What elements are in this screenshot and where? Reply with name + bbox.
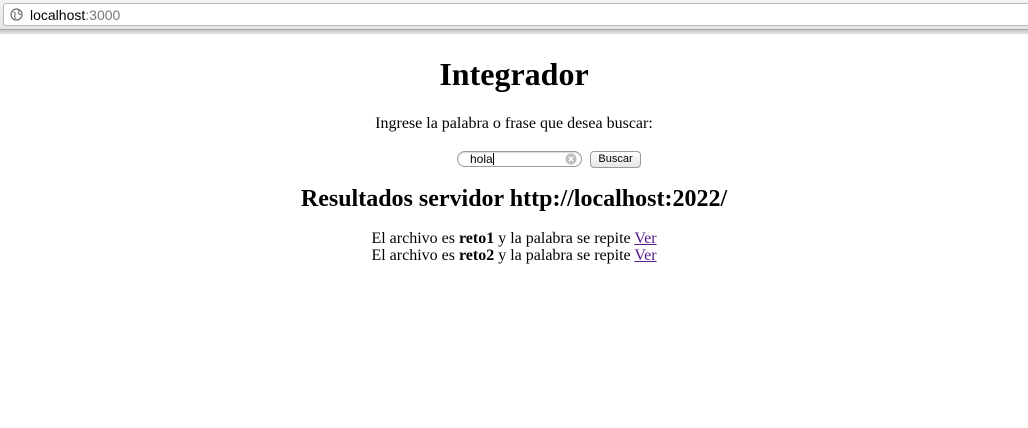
search-input[interactable]: hola [457,151,582,167]
url-port: :3000 [85,7,121,23]
page-title: Integrador [439,56,589,92]
result-middle: y la palabra se repite [494,230,635,247]
result-prefix: El archivo es [371,230,459,247]
result-file-name: reto1 [458,230,495,247]
search-prompt: Ingrese la palabra o frase que desea bus… [375,115,653,132]
browser-toolbar: localhost:3000 [0,0,1028,30]
result-middle: y la palabra se repite [494,247,635,264]
text-caret [492,153,494,165]
address-url[interactable]: localhost:3000 [30,7,120,23]
results-heading: Resultados servidor http://localhost:202… [300,186,728,212]
result-item: El archivo es reto2 y la palabra se repi… [0,247,1028,264]
page-content: Integrador Ingrese la palabra o frase qu… [0,34,1028,264]
result-item: El archivo es reto1 y la palabra se repi… [0,230,1028,247]
clear-icon[interactable] [565,153,577,165]
search-input-value: hola [470,152,494,166]
search-button[interactable]: Buscar [590,151,641,168]
results-list: El archivo es reto1 y la palabra se repi… [0,230,1028,264]
globe-icon [10,8,23,21]
result-view-link[interactable]: Ver [634,230,656,247]
search-form: hola Buscar [0,148,1028,170]
result-file-name: reto2 [458,247,495,264]
url-host: localhost [30,7,86,23]
result-prefix: El archivo es [371,247,459,264]
result-view-link[interactable]: Ver [634,247,656,264]
address-bar[interactable]: localhost:3000 [3,3,1028,26]
